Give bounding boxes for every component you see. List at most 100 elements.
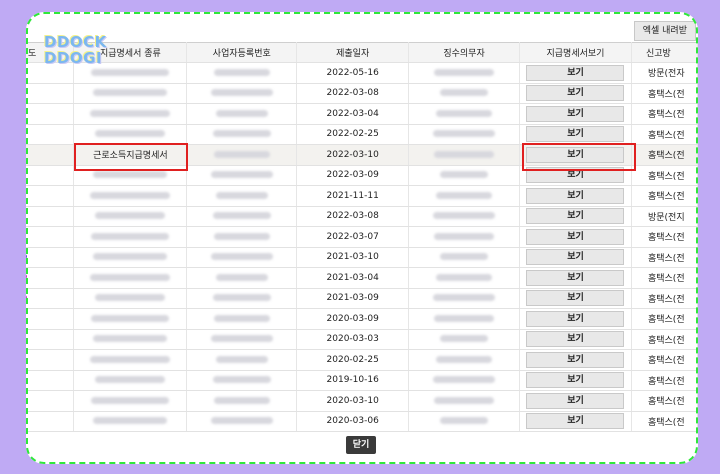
redacted-text — [436, 191, 493, 199]
redacted-text — [213, 150, 270, 158]
doc-type-cell — [73, 267, 188, 289]
withholder-cell — [408, 165, 520, 186]
watermark-logo: DDOCK DDOGI — [44, 34, 107, 66]
view-statement-button[interactable]: 보기 — [526, 351, 625, 368]
close-button[interactable]: 닫기 — [346, 436, 376, 454]
highlight-view-button — [522, 143, 636, 171]
submit-date-cell: 2020-03-06 — [296, 411, 410, 432]
business-number-cell — [186, 165, 298, 186]
region-cell — [26, 165, 75, 186]
method-cell: 홈택스(전 — [631, 390, 698, 412]
view-cell: 보기 — [519, 390, 632, 412]
view-statement-button[interactable]: 보기 — [526, 64, 625, 81]
redacted-text — [90, 109, 171, 117]
view-statement-button[interactable]: 보기 — [526, 290, 625, 307]
col-header-business-number: 사업자등록번호 — [186, 42, 298, 63]
redacted-text — [95, 294, 166, 302]
view-statement-button[interactable]: 보기 — [526, 126, 625, 143]
view-statement-button[interactable]: 보기 — [526, 249, 625, 266]
redacted-text — [215, 273, 268, 281]
submit-date-cell: 2022-03-09 — [296, 165, 410, 186]
method-cell: 홈택스(전 — [631, 83, 698, 104]
withholder-cell — [408, 390, 520, 412]
submit-date-cell: 2022-05-16 — [296, 62, 410, 84]
redacted-text — [95, 212, 166, 220]
redacted-text — [93, 171, 168, 179]
doc-type-cell — [73, 349, 188, 371]
view-cell: 보기 — [519, 247, 632, 268]
redacted-text — [434, 68, 495, 76]
region-cell — [26, 247, 75, 268]
view-statement-button[interactable]: 보기 — [526, 372, 625, 389]
redacted-text — [95, 130, 166, 138]
business-number-cell — [186, 83, 298, 104]
col-header-method: 신고방 — [631, 42, 698, 63]
view-cell: 보기 — [519, 308, 632, 330]
redacted-text — [213, 396, 270, 404]
business-number-cell — [186, 185, 298, 207]
withholder-cell — [408, 83, 520, 104]
submit-date-cell: 2022-03-10 — [296, 144, 410, 166]
business-number-cell — [186, 206, 298, 227]
withholder-cell — [408, 103, 520, 125]
view-statement-button[interactable]: 보기 — [526, 105, 625, 122]
view-statement-button[interactable]: 보기 — [526, 187, 625, 204]
view-cell: 보기 — [519, 411, 632, 432]
excel-download-button[interactable]: 엑셀 내려받 — [633, 21, 696, 41]
table-row: 2020-03-10 보기 홈택스(전 — [26, 390, 698, 412]
redacted-text — [93, 253, 168, 261]
region-cell — [26, 411, 75, 432]
redacted-text — [440, 417, 489, 425]
business-number-cell — [186, 247, 298, 268]
table-row: 2021-11-11 보기 홈택스(전 — [26, 185, 698, 207]
region-cell — [26, 308, 75, 330]
submit-date-cell: 2022-03-08 — [296, 83, 410, 104]
table-row: 2021-03-04 보기 홈택스(전 — [26, 267, 698, 289]
view-statement-button[interactable]: 보기 — [526, 85, 625, 102]
view-statement-button[interactable]: 보기 — [526, 310, 625, 327]
business-number-cell — [186, 62, 298, 84]
region-cell — [26, 288, 75, 309]
method-cell: 홈택스(전 — [631, 308, 698, 330]
redacted-text — [210, 171, 273, 179]
doc-type-cell — [73, 226, 188, 248]
view-statement-button[interactable]: 보기 — [526, 413, 625, 430]
doc-type-cell — [73, 206, 188, 227]
method-cell: 홈택스(전 — [631, 226, 698, 248]
withholder-cell — [408, 206, 520, 227]
submit-date-cell: 2020-02-25 — [296, 349, 410, 371]
redacted-text — [436, 273, 493, 281]
redacted-text — [91, 314, 170, 322]
redacted-text — [91, 396, 170, 404]
view-statement-button[interactable]: 보기 — [526, 208, 625, 225]
redacted-text — [436, 355, 493, 363]
redacted-text — [434, 314, 495, 322]
view-cell: 보기 — [519, 226, 632, 248]
table-row: 2019-10-16 보기 홈택스(전 — [26, 370, 698, 391]
highlight-doc-type — [74, 143, 188, 171]
doc-type-cell — [73, 288, 188, 309]
method-cell: 홈택스(전 — [631, 144, 698, 166]
redacted-text — [433, 294, 496, 302]
withholder-cell — [408, 370, 520, 391]
method-cell: 홈택스(전 — [631, 103, 698, 125]
redacted-text — [90, 355, 171, 363]
view-cell: 보기 — [519, 206, 632, 227]
withholder-cell — [408, 329, 520, 350]
redacted-text — [93, 417, 168, 425]
submit-date-cell: 2022-02-25 — [296, 124, 410, 145]
submit-date-cell: 2020-03-03 — [296, 329, 410, 350]
redacted-text — [212, 294, 271, 302]
view-statement-button[interactable]: 보기 — [526, 331, 625, 348]
redacted-text — [433, 130, 496, 138]
redacted-text — [433, 212, 496, 220]
view-statement-button[interactable]: 보기 — [526, 228, 625, 245]
view-statement-button[interactable]: 보기 — [526, 392, 625, 409]
business-number-cell — [186, 308, 298, 330]
view-statement-button[interactable]: 보기 — [526, 269, 625, 286]
doc-type-cell — [73, 411, 188, 432]
table-row: 2020-03-03 보기 홈택스(전 — [26, 329, 698, 350]
redacted-text — [95, 376, 166, 384]
method-cell: 홈택스(전 — [631, 124, 698, 145]
table-row: 2022-03-08 보기 홈택스(전 — [26, 83, 698, 104]
